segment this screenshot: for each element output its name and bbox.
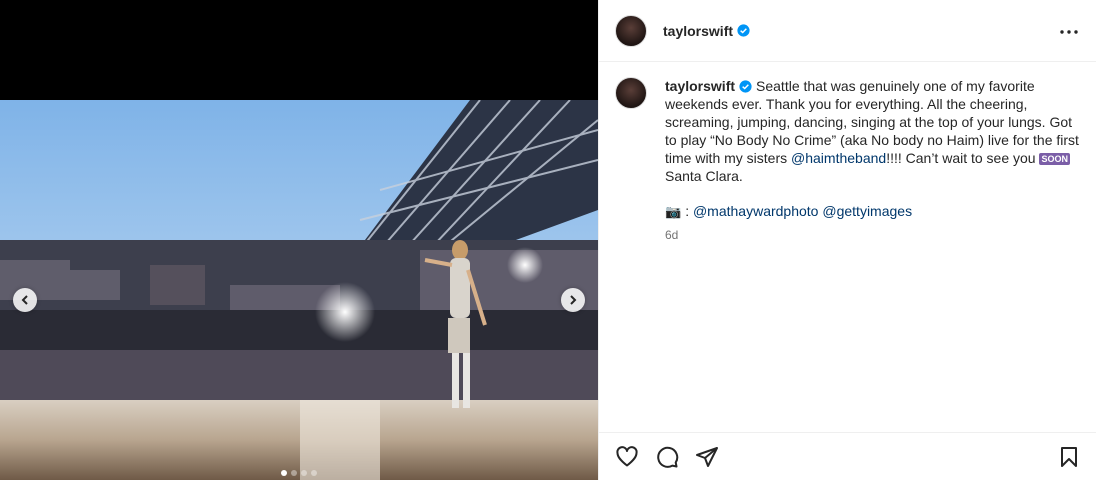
soon-arrow-icon: SOON xyxy=(1039,153,1070,165)
avatar[interactable] xyxy=(615,14,647,47)
post-details-panel: taylorswift taylorswift Seattle that was … xyxy=(598,0,1096,480)
share-icon xyxy=(696,446,718,467)
credit-mention-link[interactable]: @gettyimages xyxy=(822,203,912,219)
like-button[interactable] xyxy=(615,445,639,469)
caption-block: taylorswift Seattle that was genuinely on… xyxy=(615,77,1085,242)
more-options-icon xyxy=(1060,30,1078,34)
carousel-dot xyxy=(311,470,317,476)
carousel-dot xyxy=(291,470,297,476)
save-button[interactable] xyxy=(1057,445,1081,469)
credit-prefix: : xyxy=(685,203,693,219)
chevron-right-icon xyxy=(570,295,577,305)
camera-icon: 📷 xyxy=(665,204,682,219)
carousel-dot xyxy=(301,470,307,476)
credit-mention-link[interactable]: @mathaywardphoto xyxy=(693,203,819,219)
bookmark-icon xyxy=(1061,446,1077,467)
carousel-dot xyxy=(281,470,287,476)
comment-button[interactable] xyxy=(655,445,679,469)
caption-part-3: Santa Clara. xyxy=(665,168,743,184)
header-username[interactable]: taylorswift xyxy=(663,23,733,39)
carousel-indicator xyxy=(0,470,598,476)
photo-credits: 📷: @mathaywardphoto @gettyimages xyxy=(665,203,1083,220)
verified-badge-icon xyxy=(737,24,750,37)
action-bar xyxy=(599,432,1096,480)
carousel-prev-button[interactable] xyxy=(13,288,37,312)
post-timestamp[interactable]: 6d xyxy=(665,228,1083,242)
carousel-next-button[interactable] xyxy=(561,288,585,312)
post-header: taylorswift xyxy=(599,0,1096,62)
concert-photo xyxy=(0,100,598,480)
caption-username[interactable]: taylorswift xyxy=(665,78,735,94)
share-button[interactable] xyxy=(695,445,719,469)
more-options-button[interactable] xyxy=(1057,20,1081,44)
caption-text: taylorswift Seattle that was genuinely on… xyxy=(665,77,1083,185)
heart-icon xyxy=(616,445,638,466)
comment-icon xyxy=(657,446,679,468)
verified-badge-icon xyxy=(739,80,752,93)
caption-part-2: !!!! Can’t wait to see you xyxy=(886,150,1040,166)
post-media[interactable] xyxy=(0,0,598,480)
mention-link[interactable]: @haimtheband xyxy=(791,150,886,166)
caption-avatar[interactable] xyxy=(615,77,647,109)
chevron-left-icon xyxy=(21,295,28,305)
